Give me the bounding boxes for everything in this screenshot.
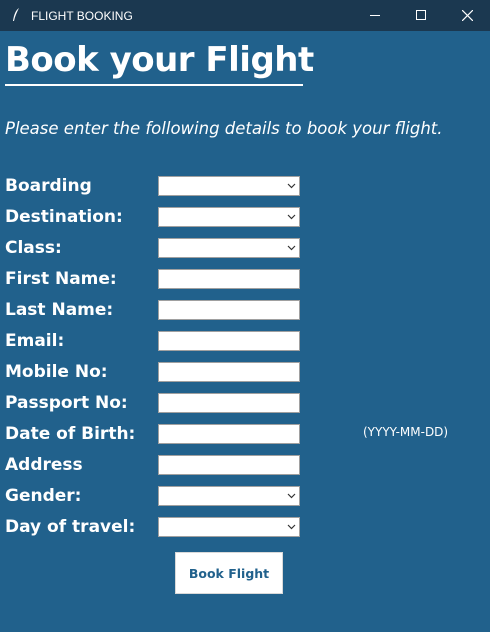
last-name-label: Last Name:	[5, 300, 114, 320]
chevron-down-icon	[287, 183, 296, 189]
last-name-input[interactable]	[159, 301, 299, 319]
minimize-icon[interactable]	[352, 0, 398, 31]
passport-field[interactable]	[158, 393, 300, 413]
email-field[interactable]	[158, 331, 300, 351]
first-name-label: First Name:	[5, 269, 117, 289]
maximize-icon[interactable]	[398, 0, 444, 31]
first-name-field[interactable]	[158, 269, 300, 289]
chevron-down-icon	[287, 245, 296, 251]
chevron-down-icon	[287, 493, 296, 499]
chevron-down-icon	[287, 524, 296, 530]
instructions-text: Please enter the following details to bo…	[5, 119, 443, 138]
mobile-field[interactable]	[158, 362, 300, 382]
passport-input[interactable]	[159, 394, 299, 412]
gender-label: Gender:	[5, 486, 82, 506]
title-bar: FLIGHT BOOKING	[0, 0, 490, 31]
chevron-down-icon	[287, 214, 296, 220]
title-underline	[5, 84, 303, 86]
mobile-label: Mobile No:	[5, 362, 108, 382]
email-label: Email:	[5, 331, 65, 351]
email-input[interactable]	[159, 332, 299, 350]
travel-day-label: Day of travel:	[5, 517, 136, 537]
dob-format-hint: (YYYY-MM-DD)	[363, 425, 449, 439]
boarding-dropdown[interactable]	[158, 176, 300, 196]
window-title: FLIGHT BOOKING	[31, 9, 133, 23]
mobile-input[interactable]	[159, 363, 299, 381]
dob-input[interactable]	[159, 425, 299, 443]
passport-label: Passport No:	[5, 393, 128, 413]
last-name-field[interactable]	[158, 300, 300, 320]
book-flight-button[interactable]: Book Flight	[175, 552, 283, 594]
first-name-input[interactable]	[159, 270, 299, 288]
address-input[interactable]	[159, 456, 299, 474]
travel-day-dropdown[interactable]	[158, 517, 300, 537]
destination-label: Destination:	[5, 207, 123, 227]
boarding-label: Boarding	[5, 176, 92, 196]
address-label: Address	[5, 455, 83, 475]
dob-label: Date of Birth:	[5, 424, 136, 444]
feather-icon	[13, 8, 19, 21]
class-label: Class:	[5, 238, 62, 258]
address-field[interactable]	[158, 455, 300, 475]
destination-dropdown[interactable]	[158, 207, 300, 227]
dob-field[interactable]	[158, 424, 300, 444]
class-dropdown[interactable]	[158, 238, 300, 258]
page-title: Book your Flight	[5, 40, 314, 80]
gender-dropdown[interactable]	[158, 486, 300, 506]
close-icon[interactable]	[444, 0, 490, 31]
